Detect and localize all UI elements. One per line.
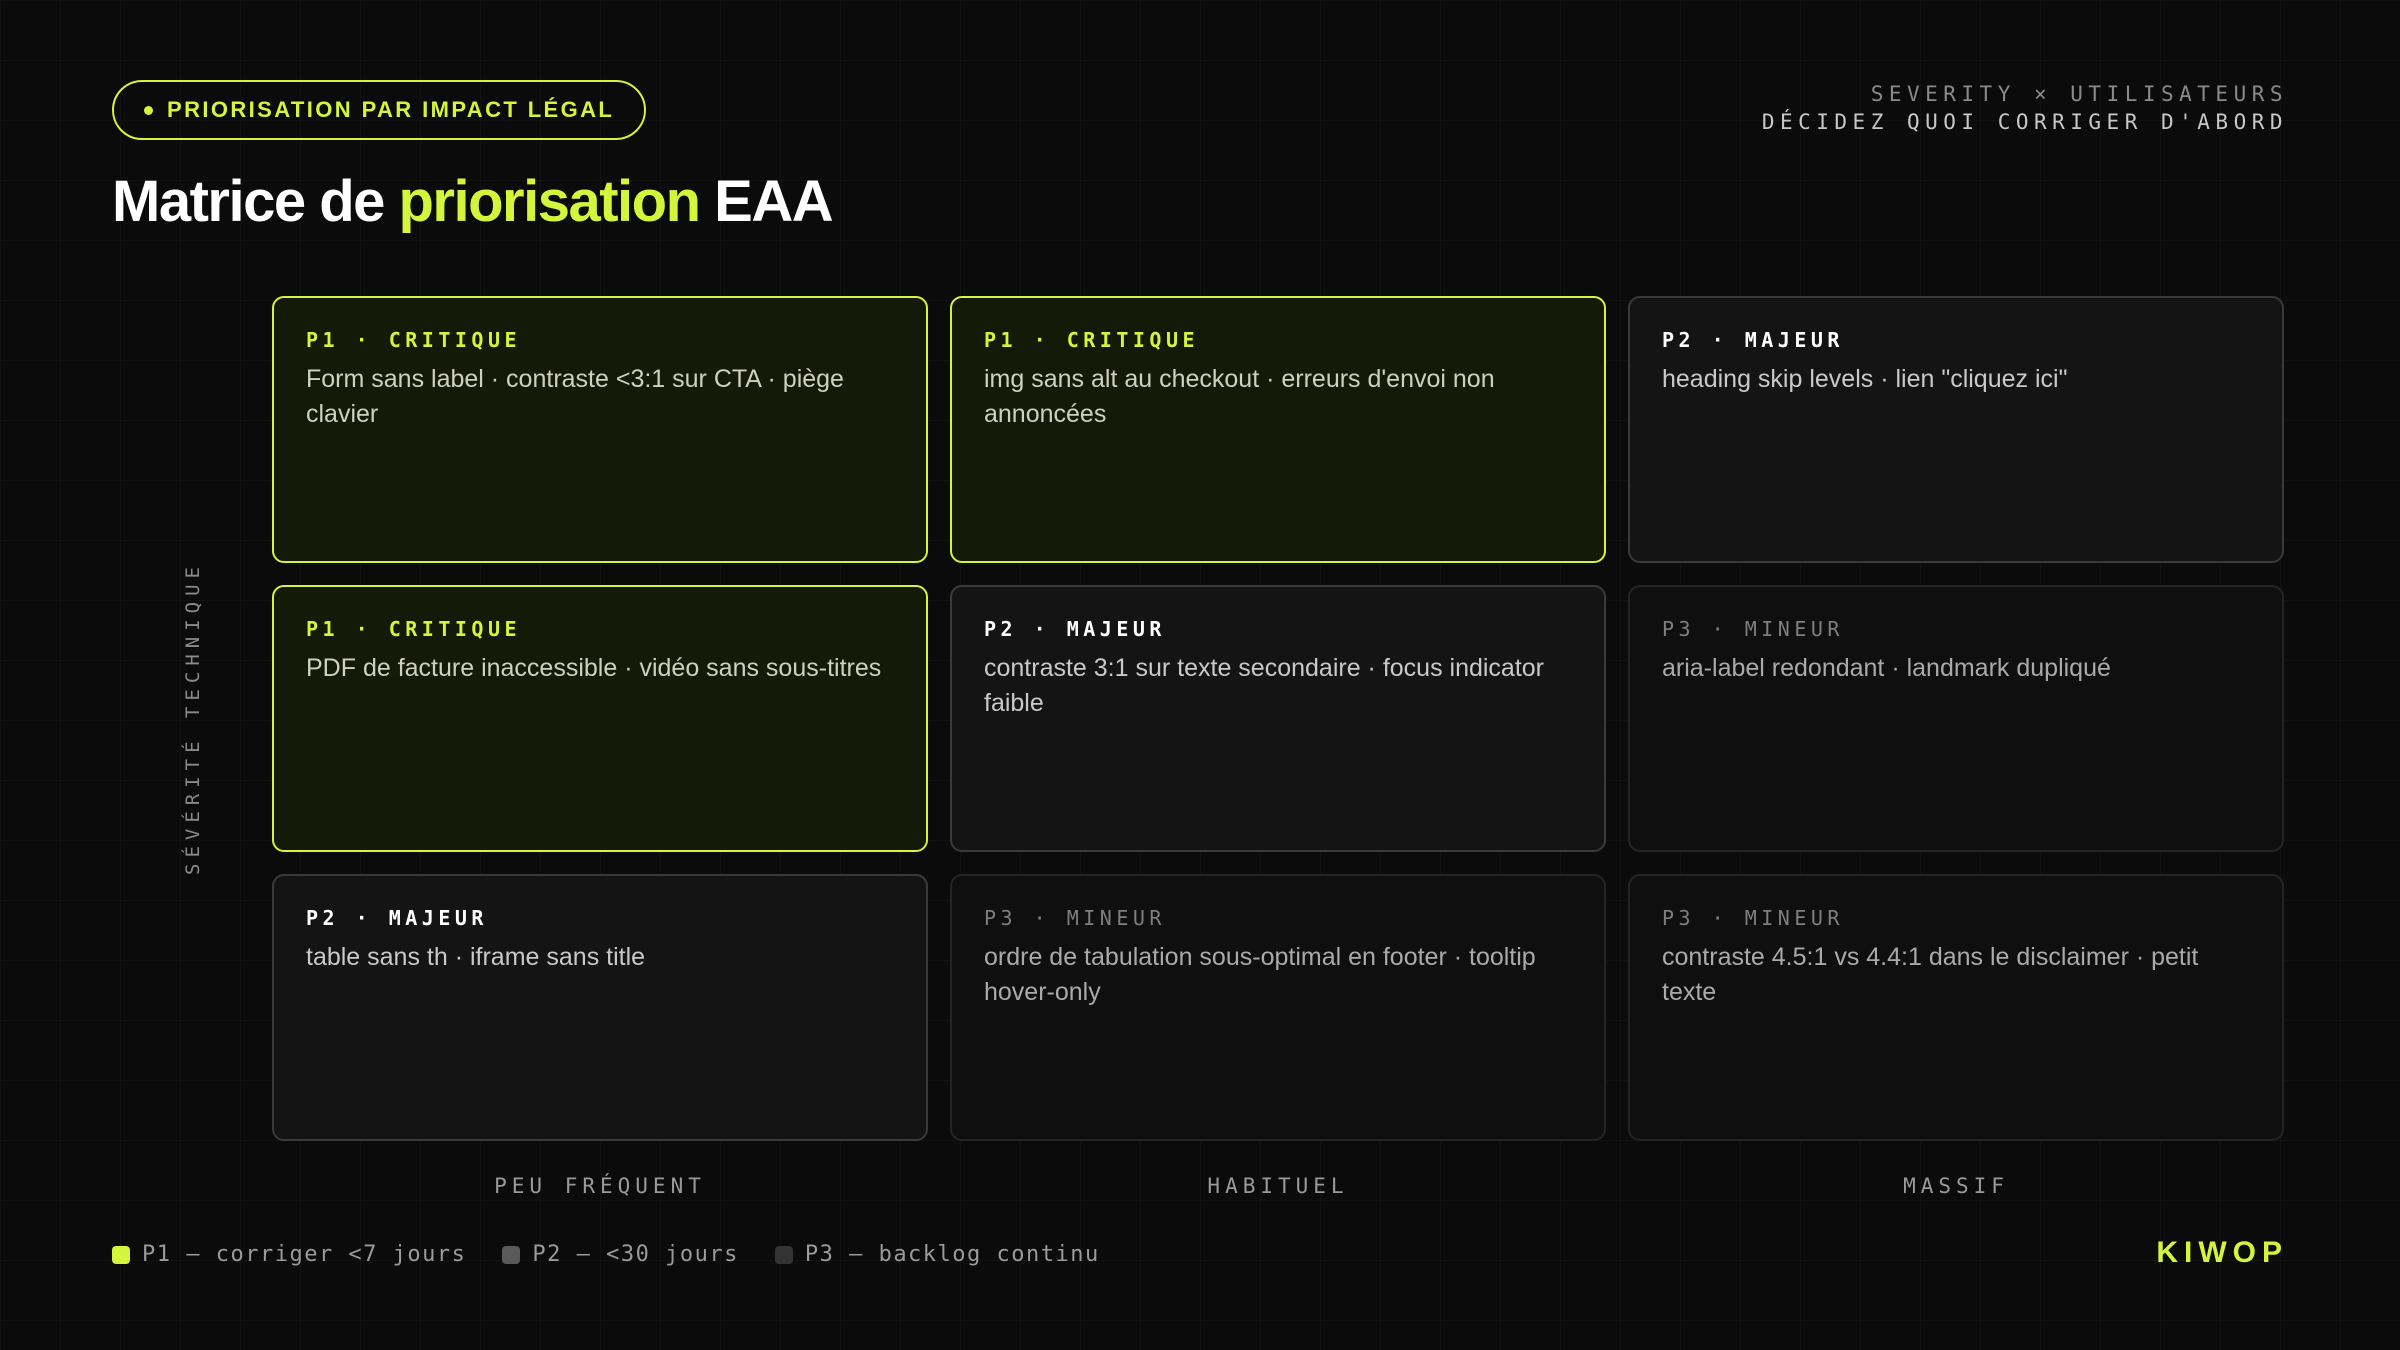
matrix-cell: P2 · MAJEUR table sans th · iframe sans … [272, 874, 928, 1141]
cell-priority-label: P2 · MAJEUR [306, 906, 488, 930]
y-axis-label: SÉVÉRITÉ TECHNIQUE [182, 561, 204, 875]
cell-description: table sans th · iframe sans title [306, 943, 646, 971]
cell-description: contraste 3:1 sur texte secondaire · foc… [984, 654, 1545, 717]
title-part-1: Matrice de [112, 169, 399, 234]
matrix-cell: P2 · MAJEUR heading skip levels · lien "… [1628, 296, 2284, 563]
brand-logo: KIWOP [2156, 1236, 2288, 1269]
badge-dot-icon [144, 105, 153, 115]
legend-label: P3 — backlog continu [804, 1242, 1100, 1267]
title-part-2: EAA [699, 169, 833, 234]
legend-item: P2 — <30 jours [502, 1242, 738, 1267]
cell-priority-label: P3 · MINEUR [1662, 617, 1844, 641]
cell-priority-label: P2 · MAJEUR [1662, 328, 1844, 352]
badge-label: PRIORISATION PAR IMPACT LÉGAL [167, 97, 615, 122]
cell-description: aria-label redondant · landmark dupliqué [1662, 654, 2111, 682]
cell-priority-label: P3 · MINEUR [984, 906, 1166, 930]
priority-matrix: P1 · CRITIQUE Form sans label · contrast… [272, 296, 2284, 1141]
cell-description: heading skip levels · lien "cliquez ici" [1662, 365, 2068, 393]
x-axis-labels: PEU FRÉQUENT HABITUEL MASSIF [272, 1174, 2284, 1198]
legend-label: P1 — corriger <7 jours [142, 1242, 467, 1267]
matrix-cell: P3 · MINEUR ordre de tabulation sous-opt… [950, 874, 1606, 1141]
title-accent: priorisation [398, 169, 702, 234]
cell-priority-label: P1 · CRITIQUE [306, 328, 522, 352]
legend-swatch-icon [112, 1245, 130, 1264]
cell-description: PDF de facture inaccessible · vidéo sans… [306, 654, 882, 682]
header-subtitle: SEVERITY × UTILISATEURS DÉCIDEZ QUOI COR… [1762, 80, 2288, 136]
subtitle-line-1: SEVERITY × UTILISATEURS [1870, 82, 2288, 106]
legend-item: P3 — backlog continu [774, 1242, 1100, 1267]
x-axis-label: HABITUEL [1207, 1174, 1349, 1198]
x-axis-label: PEU FRÉQUENT [494, 1174, 706, 1198]
category-badge: PRIORISATION PAR IMPACT LÉGAL [112, 80, 647, 140]
legend-label: P2 — <30 jours [532, 1242, 739, 1267]
cell-priority-label: P2 · MAJEUR [984, 617, 1166, 641]
cell-description: ordre de tabulation sous-optimal en foot… [984, 943, 1536, 1006]
x-axis-label: MASSIF [1903, 1174, 2009, 1198]
legend-swatch-icon [502, 1245, 521, 1264]
matrix-cell: P3 · MINEUR contraste 4.5:1 vs 4.4:1 dan… [1628, 874, 2284, 1141]
cell-priority-label: P3 · MINEUR [1662, 906, 1844, 930]
subtitle-line-2: DÉCIDEZ QUOI CORRIGER D'ABORD [1761, 110, 2288, 134]
cell-priority-label: P1 · CRITIQUE [306, 617, 522, 641]
matrix-cell: P1 · CRITIQUE img sans alt au checkout ·… [950, 296, 1606, 563]
page-title: Matrice de priorisation EAA [112, 168, 834, 235]
cell-description: img sans alt au checkout · erreurs d'env… [984, 365, 1495, 428]
legend-swatch-icon [774, 1245, 793, 1264]
matrix-cell: P3 · MINEUR aria-label redondant · landm… [1628, 585, 2284, 852]
legend-item: P1 — corriger <7 jours [112, 1242, 466, 1267]
legend: P1 — corriger <7 jours P2 — <30 jours P3… [112, 1242, 1100, 1267]
matrix-cell: P1 · CRITIQUE Form sans label · contrast… [272, 296, 928, 563]
matrix-cell: P1 · CRITIQUE PDF de facture inaccessibl… [272, 585, 928, 852]
cell-priority-label: P1 · CRITIQUE [984, 328, 1200, 352]
matrix-cell: P2 · MAJEUR contraste 3:1 sur texte seco… [950, 585, 1606, 852]
cell-description: contraste 4.5:1 vs 4.4:1 dans le disclai… [1662, 943, 2199, 1006]
cell-description: Form sans label · contraste <3:1 sur CTA… [306, 365, 844, 428]
